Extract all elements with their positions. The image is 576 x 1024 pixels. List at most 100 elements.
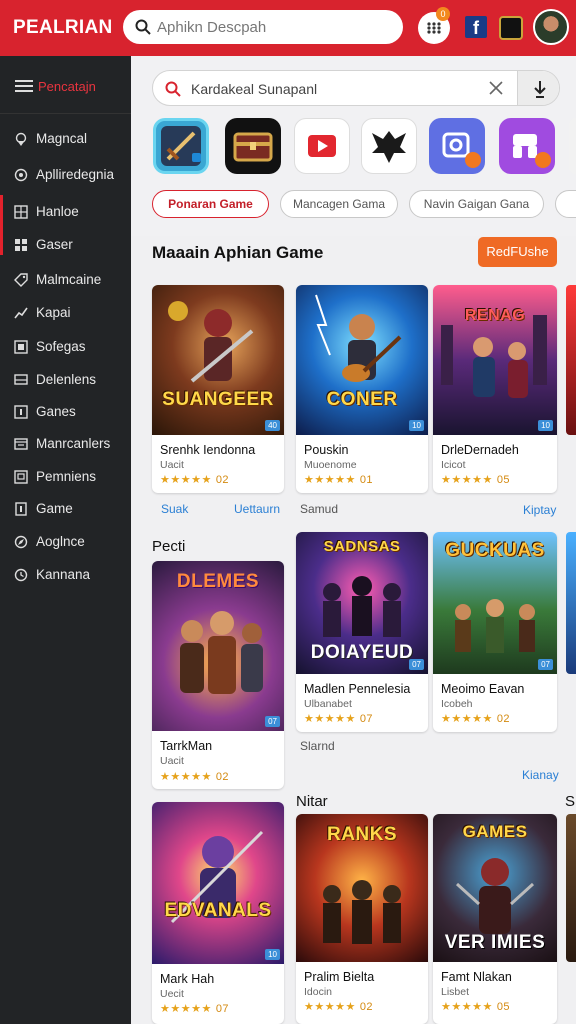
download-arrow-icon [534,81,546,98]
game-subtitle: Icobeh [441,698,473,710]
camera-app-icon[interactable] [429,118,485,174]
link-suak[interactable]: Suak [161,502,188,516]
main-search-box[interactable] [152,70,560,106]
compass-icon [14,535,28,549]
location-icon [14,168,28,182]
rating-stars: ★★★★★ 02 [160,473,229,486]
info-icon [14,405,28,419]
download-button[interactable] [517,71,559,105]
game-name: Srenhk Iendonna [160,443,256,457]
rating-value: 02 [215,771,230,783]
sidebar-item-kapai[interactable]: Kapai [0,298,131,328]
stars-glyphs: ★★★★★ [304,1001,356,1013]
card-tag: 07 [409,659,424,670]
sidebar-item-ganes[interactable]: Ganes [0,397,131,427]
game-art: GAMES VER IMIES [433,814,557,962]
sidebar-item-aoglnce[interactable]: Aoglnce [0,527,131,557]
card-overflow [566,285,576,435]
game-card[interactable]: GUCKUAS 07 Meoimo Eavan Icobeh ★★★★★ 02 [433,532,557,732]
game-art-title: RENAG [464,307,526,324]
game-art: SADNSAS DOIAYEUD 07 [296,532,428,674]
sidebar-item-game[interactable]: Game [0,494,131,524]
app-icon-overflow [569,118,576,174]
main-search-input[interactable] [191,78,471,100]
sidebar-item-label: Malmcaine [36,272,102,287]
game-card[interactable]: RENAG 10 DrleDernadeh Icicot ★★★★★ 05 [433,285,557,493]
game-art-title: CONER [326,389,398,410]
top-search-box[interactable] [123,10,403,44]
brand-logo[interactable]: PEALRIAN [13,17,113,39]
sidebar-item-label: Kapai [36,305,71,320]
sidebar-item-magncal[interactable]: Magncal [0,124,131,154]
doc-icon [15,502,27,516]
game-art-title: GUCKUAS [445,540,545,561]
guitar-hero-icon [315,294,402,382]
link-kianay[interactable]: Kianay [522,768,559,782]
chest-app-icon[interactable] [225,118,281,174]
game-name: Meoimo Eavan [441,682,525,696]
game-card[interactable]: RANKS Pralim Bielta Idocin ★★★★★ 02 [296,814,428,1024]
sidebar-item-manrcanlers[interactable]: Manrcanlers [0,429,131,459]
game-card[interactable]: CONER 10 Pouskin Muoenome ★★★★★ 01 [296,285,428,493]
game-name: Pouskin [304,443,349,457]
game-art: RANKS [296,814,428,962]
sword-app-icon[interactable] [153,118,209,174]
game-app-icon[interactable] [499,16,523,40]
card-tag: 10 [538,420,553,431]
link-uettaurn[interactable]: Uettaurn [234,502,280,516]
sidebar-item-kannana[interactable]: Kannana [0,560,131,590]
sidebar-item-gaser[interactable]: Gaser [0,230,131,260]
game-art: EDVANALS 10 [152,802,284,964]
chip-mancagen-gama[interactable]: Mancagen Gama [280,190,398,218]
card-tag: 07 [538,659,553,670]
card-overflow [566,532,576,674]
label-slarnd: Slarnd [300,739,335,753]
grid-icon [15,239,27,251]
stars-glyphs: ★★★★★ [441,713,493,725]
sidebar-item-label: Sofegas [36,339,86,354]
game-card[interactable]: SADNSAS DOIAYEUD 07 Madlen Pennelesia Ul… [296,532,428,732]
card-tag: 07 [265,716,280,727]
card-overflow [566,814,576,962]
sidebar-item-sofegas[interactable]: Sofegas [0,332,131,362]
game-subtitle: Uecit [160,988,184,1000]
game-name: Madlen Pennelesia [304,682,411,696]
stars-glyphs: ★★★★★ [304,474,356,486]
rating-stars: ★★★★★ 02 [441,712,510,725]
chip-ponaran-game[interactable]: Ponaran Game [152,190,269,218]
sidebar-item-delenlens[interactable]: Delenlens [0,365,131,395]
eagle-icon [372,131,406,163]
rating-stars: ★★★★★ 07 [304,712,373,725]
rating-stars: ★★★★★ 05 [441,473,510,486]
game-name: Famt Nlakan [441,970,512,984]
game-card[interactable]: SUANGEER 40 Srenhk Iendonna Uacit ★★★★★ 0… [152,285,284,493]
chip-navin-gaigan-gana[interactable]: Navin Gaigan Gana [409,190,544,218]
hamburger-menu-icon[interactable] [15,80,33,92]
close-icon[interactable] [487,79,505,97]
redfix-button[interactable]: RedFUshe [478,237,557,267]
screen-icon [14,470,28,484]
chart-icon [14,307,28,319]
game-card[interactable]: GAMES VER IMIES Famt Nlakan Lisbet ★★★★★… [433,814,557,1024]
sidebar-item-hanloe[interactable]: Hanloe [0,195,131,255]
chip-overflow[interactable] [555,190,576,218]
sidebar-item-pemniens[interactable]: Pemniens [0,462,131,492]
link-kiptay[interactable]: Kiptay [523,503,556,517]
rating-stars: ★★★★★ 05 [441,1000,510,1013]
rating-value: 02 [215,474,230,486]
sidebar-item-label: Manrcanlers [36,436,111,451]
game-art: SUANGEER 40 [152,285,284,435]
user-avatar[interactable] [533,9,569,45]
facebook-icon[interactable]: f [465,16,487,38]
label-samud: Samud [300,502,339,516]
play-app-icon[interactable] [294,118,350,174]
eagle-app-icon[interactable] [361,118,417,174]
game-subtitle: Lisbet [441,986,470,998]
puzzle-app-icon[interactable] [499,118,555,174]
sidebar-item-malmcaine[interactable]: Malmcaine [0,265,131,295]
sidebar-item-aplliredegnia[interactable]: Aplliredegnia [0,160,131,190]
top-search-input[interactable] [157,16,393,38]
game-card[interactable]: EDVANALS 10 Mark Hah Uecit ★★★★★ 07 [152,802,284,1024]
game-card[interactable]: DLEMES 07 TarrkMan Uacit ★★★★★ 02 [152,561,284,789]
sidebar-item-label: Ganes [36,404,76,419]
